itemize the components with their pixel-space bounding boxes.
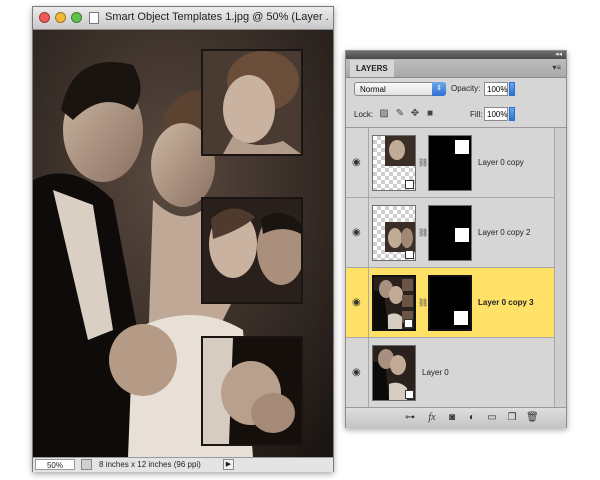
visibility-eye-icon[interactable]: ◉	[352, 158, 364, 168]
mask-white-region	[455, 228, 469, 242]
divider	[368, 128, 369, 198]
smart-object-badge-icon	[405, 250, 414, 259]
fill-slider-arrow-icon[interactable]	[509, 107, 515, 121]
lock-label: Lock:	[354, 110, 374, 119]
blend-mode-select[interactable]: Normal ⇕	[354, 82, 446, 96]
lock-all-icon[interactable]: ■	[424, 108, 436, 120]
layer-name[interactable]: Layer 0 copy	[478, 158, 524, 167]
close-button[interactable]	[39, 12, 50, 23]
layer-name[interactable]: Layer 0 copy 3	[478, 298, 534, 307]
new-layer-icon[interactable]: ❐	[506, 412, 518, 424]
dropdown-arrow-icon: ⇕	[432, 82, 446, 96]
fill-field[interactable]: 100%	[484, 107, 508, 121]
layer-row-selected[interactable]: ◉ ⛓ Layer 0 copy 3	[346, 268, 554, 338]
adjustment-layer-icon[interactable]: ◐	[466, 412, 478, 424]
layer-row[interactable]: ◉ ⛓ Layer 0 copy	[346, 128, 554, 198]
document-status-bar: 50% 8 inches x 12 inches (96 ppi) ▶	[33, 457, 333, 472]
fx-icon[interactable]: fx	[426, 412, 438, 424]
visibility-eye-icon[interactable]: ◉	[352, 228, 364, 238]
mask-link-icon[interactable]: ⛓	[418, 158, 428, 167]
mask-link-icon[interactable]: ⛓	[418, 298, 428, 307]
panel-menu-icon[interactable]: ▾≡	[552, 63, 561, 72]
trash-icon[interactable]: 🗑	[526, 412, 539, 424]
opacity-field[interactable]: 100%	[484, 82, 508, 96]
document-title: Smart Object Templates 1.jpg @ 50% (Laye…	[105, 11, 329, 23]
collapse-panel-icon[interactable]: ◂◂	[555, 50, 562, 58]
layers-panel: ◂◂ LAYERS ▾≡ Normal ⇕ Opacity: 100% Lock…	[345, 50, 567, 428]
canvas[interactable]	[33, 30, 333, 457]
layers-scrollbar[interactable]	[554, 128, 566, 408]
layer-mask-thumbnail[interactable]	[428, 135, 472, 191]
layer-thumbnail[interactable]	[372, 205, 416, 261]
layer-name[interactable]: Layer 0	[422, 368, 449, 377]
document-window: Smart Object Templates 1.jpg @ 50% (Laye…	[32, 6, 334, 472]
status-menu-arrow-icon[interactable]: ▶	[223, 459, 234, 470]
panel-bottom-toolbar: ⊶ fx ◙ ◐ ▭ ❐ 🗑	[346, 407, 566, 428]
panel-drag-bar[interactable]: ◂◂	[346, 51, 566, 59]
layer-thumbnail[interactable]	[372, 135, 416, 191]
layer-name[interactable]: Layer 0 copy 2	[478, 228, 530, 237]
panel-tab-bar: LAYERS ▾≡	[346, 59, 566, 78]
lock-pixels-icon[interactable]: ✎	[394, 108, 406, 120]
blend-mode-value: Normal	[360, 85, 386, 94]
zoom-button[interactable]	[71, 12, 82, 23]
layer-mask-thumbnail[interactable]	[428, 275, 472, 331]
divider	[368, 338, 369, 408]
layer-thumbnail[interactable]	[372, 345, 416, 401]
visibility-eye-icon[interactable]: ◉	[352, 368, 364, 378]
minimize-button[interactable]	[55, 12, 66, 23]
photo-thumbnail-top[interactable]	[201, 49, 303, 156]
mask-link-icon[interactable]: ⛓	[418, 228, 428, 237]
link-layers-icon[interactable]: ⊶	[404, 412, 416, 424]
mask-white-region	[454, 311, 468, 325]
add-mask-icon[interactable]: ◙	[446, 412, 458, 424]
lock-position-icon[interactable]: ✥	[409, 108, 421, 120]
layer-mask-thumbnail[interactable]	[428, 205, 472, 261]
layer-thumbnail[interactable]	[372, 275, 416, 331]
opacity-slider-arrow-icon[interactable]	[509, 82, 515, 96]
zoom-level-field[interactable]: 50%	[35, 459, 75, 470]
document-file-icon	[89, 12, 99, 24]
document-size-text: 8 inches x 12 inches (96 ppi)	[99, 460, 201, 469]
visibility-eye-icon[interactable]: ◉	[352, 298, 364, 308]
photo-thumbnail-middle[interactable]	[201, 197, 303, 304]
lock-transparency-icon[interactable]: ▨	[378, 108, 390, 120]
divider	[368, 198, 369, 268]
smart-object-badge-icon	[405, 180, 414, 189]
tab-layers[interactable]: LAYERS	[350, 60, 394, 77]
photo-thumbnail-bottom[interactable]	[201, 336, 303, 446]
layer-row[interactable]: ◉ Layer 0	[346, 338, 554, 408]
mask-white-region	[455, 140, 469, 154]
opacity-label: Opacity:	[451, 84, 481, 93]
status-info-icon[interactable]	[81, 459, 92, 470]
new-group-icon[interactable]: ▭	[486, 412, 498, 424]
smart-object-badge-icon	[404, 319, 413, 328]
fill-label: Fill:	[470, 110, 483, 119]
document-title-bar[interactable]: Smart Object Templates 1.jpg @ 50% (Laye…	[33, 7, 333, 30]
layer-list: ◉ ⛓ Layer 0 copy ◉ ⛓ Layer 0 copy 2 ◉ ⛓ …	[346, 127, 566, 408]
divider	[368, 268, 369, 338]
smart-object-badge-icon	[405, 390, 414, 399]
layer-row[interactable]: ◉ ⛓ Layer 0 copy 2	[346, 198, 554, 268]
